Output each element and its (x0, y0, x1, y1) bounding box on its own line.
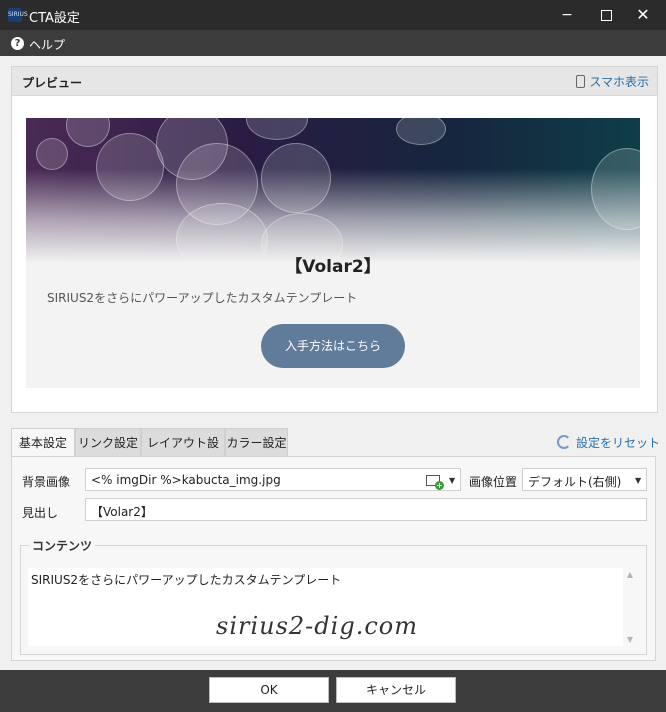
heading-value: 【Volar2】 (91, 505, 153, 519)
question-circle-icon[interactable]: ? (11, 37, 24, 50)
insert-image-icon[interactable]: + (426, 475, 444, 490)
heading-label: 見出し (22, 506, 59, 520)
chevron-down-icon: ▼ (635, 476, 642, 485)
bg-image-input[interactable]: <% imgDir %>kabucta_img.jpg + ▼ (85, 468, 461, 491)
scroll-down-icon[interactable]: ▼ (624, 635, 636, 644)
help-menu-item[interactable]: ヘルプ (29, 36, 65, 53)
scroll-up-icon[interactable]: ▲ (624, 570, 636, 579)
contents-scrollbar[interactable]: ▲ ▼ (624, 568, 636, 646)
maximize-icon (600, 9, 612, 21)
cta-button[interactable]: 入手方法はこちら (261, 324, 405, 368)
image-position-label: 画像位置 (469, 475, 518, 489)
contents-group: コンテンツ SIRIUS2をさらにパワーアップしたカスタムテンプレート siri… (20, 537, 647, 655)
image-position-value: デフォルト(右側) (528, 475, 622, 489)
preview-header: プレビュー スマホ表示 (12, 67, 657, 96)
cancel-button[interactable]: キャンセル (336, 677, 456, 703)
image-position-select[interactable]: デフォルト(右側) ▼ (522, 468, 647, 491)
cta-background-image (26, 118, 640, 263)
ok-button[interactable]: OK (209, 677, 329, 703)
mobile-view-label: スマホ表示 (589, 75, 649, 89)
app-logo-icon: SIRIUS (8, 8, 28, 22)
cta-preview: 【Volar2】 SIRIUS2をさらにパワーアップしたカスタムテンプレート 入… (26, 118, 640, 388)
mobile-view-toggle[interactable]: スマホ表示 (576, 73, 649, 90)
cta-heading: 【Volar2】 (285, 257, 381, 277)
preview-title: プレビュー (22, 76, 83, 90)
tab-basic-settings[interactable]: 基本設定 (11, 428, 75, 456)
settings-panel: 背景画像 <% imgDir %>kabucta_img.jpg + ▼ 画像位… (11, 456, 656, 661)
help-menu-bar: ? ヘルプ (0, 30, 666, 56)
contents-textarea[interactable]: SIRIUS2をさらにパワーアップしたカスタムテンプレート sirius2-di… (28, 568, 623, 646)
contents-value: SIRIUS2をさらにパワーアップしたカスタムテンプレート (31, 573, 342, 587)
tab-link-settings[interactable]: リンク設定 (75, 428, 141, 456)
bg-image-label: 背景画像 (22, 475, 71, 489)
reset-label: 設定をリセット (576, 436, 661, 450)
window-title: CTA設定 (29, 11, 80, 26)
tab-color-settings[interactable]: カラー設定 (225, 428, 288, 456)
dialog-footer: OK キャンセル (0, 670, 666, 712)
reset-settings-link[interactable]: 設定をリセット (557, 434, 660, 451)
bg-image-value: <% imgDir %>kabucta_img.jpg (91, 473, 281, 487)
reset-icon (557, 435, 571, 449)
preview-panel: プレビュー スマホ表示 【Volar2】 SIRIUS2をさらにパワーアップした… (11, 66, 658, 413)
title-bar: SIRIUS CTA設定 − ✕ (0, 0, 666, 30)
cta-description: SIRIUS2をさらにパワーアップしたカスタムテンプレート (47, 291, 358, 305)
heading-input[interactable]: 【Volar2】 (85, 498, 647, 521)
chevron-down-icon[interactable]: ▼ (449, 476, 455, 485)
tab-layout-settings[interactable]: レイアウト設定 (141, 428, 225, 478)
smartphone-icon (576, 75, 586, 88)
site-watermark: sirius2-dig.com (216, 612, 418, 640)
contents-label: コンテンツ (29, 537, 96, 554)
close-button[interactable]: ✕ (620, 0, 666, 30)
